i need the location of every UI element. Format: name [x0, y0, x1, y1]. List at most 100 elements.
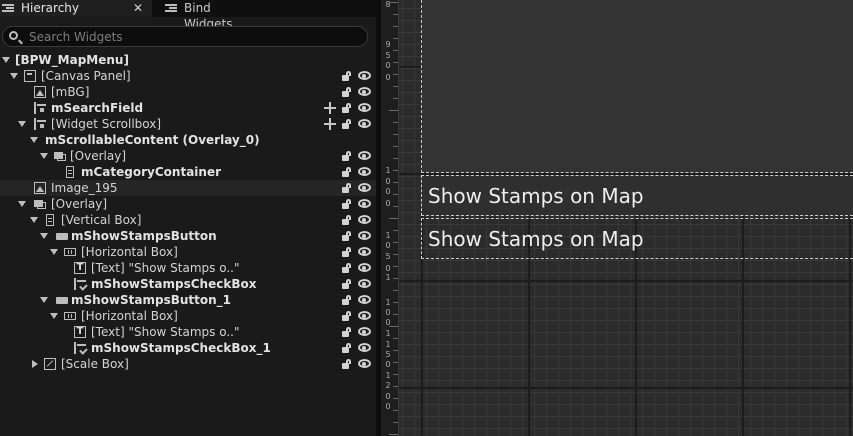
tree-row-mscrollablecontent[interactable]: mScrollableContent (Overlay_0) — [0, 132, 376, 148]
visibility-eye-icon[interactable] — [358, 151, 371, 160]
lock-icon[interactable] — [341, 359, 353, 369]
chevron-down-icon[interactable] — [40, 233, 48, 239]
ruler-tick — [393, 98, 398, 99]
chevron-down-icon[interactable] — [40, 153, 48, 159]
visibility-eye-icon[interactable] — [358, 311, 371, 320]
chevron-down-icon[interactable] — [2, 57, 10, 63]
lock-icon[interactable] — [341, 119, 353, 129]
ruler-tick — [393, 146, 398, 147]
visibility-eye-icon[interactable] — [358, 263, 371, 272]
ruler-label: 0 — [385, 360, 391, 369]
tree-row-label: mSearchField — [51, 101, 144, 115]
visibility-eye-icon[interactable] — [358, 295, 371, 304]
visibility-eye-icon[interactable] — [358, 103, 371, 112]
chevron-down-icon[interactable] — [18, 201, 26, 207]
show-stamps-button-preview[interactable]: Show Stamps on Map — [421, 175, 853, 216]
tree-row-widget-scrollbox[interactable]: [Widget Scrollbox] — [0, 116, 376, 132]
tree-row-label: mScrollableContent (Overlay_0) — [45, 133, 260, 147]
tree-row-mcategorycontainer[interactable]: mCategoryContainer — [0, 164, 376, 180]
tree-row-mshowstampscheckbox[interactable]: mShowStampsCheckBox — [0, 276, 376, 292]
chevron-down-icon[interactable] — [10, 73, 18, 79]
close-icon[interactable]: ✕ — [132, 0, 144, 16]
lock-icon[interactable] — [341, 295, 353, 305]
chevron-down-icon[interactable] — [50, 313, 58, 319]
lock-icon[interactable] — [341, 183, 353, 193]
ruler-tick — [393, 314, 398, 315]
visibility-eye-icon[interactable] — [358, 359, 371, 368]
chevron-right-icon[interactable] — [32, 360, 38, 368]
ruler-tick — [393, 422, 398, 423]
tree-row-horizontal-box[interactable]: [Horizontal Box] — [0, 244, 376, 260]
tree-row-overlay[interactable]: [Overlay] — [0, 196, 376, 212]
visibility-eye-icon[interactable] — [358, 71, 371, 80]
visibility-eye-icon[interactable] — [358, 167, 371, 176]
tree-row-mshowstampscheckbox-1[interactable]: mShowStampsCheckBox_1 — [0, 340, 376, 356]
check-icon — [74, 342, 86, 354]
visibility-eye-icon[interactable] — [358, 279, 371, 288]
tree-row-mshowstampsbutton-1[interactable]: mShowStampsButton_1 — [0, 292, 376, 308]
lock-icon[interactable] — [341, 231, 353, 241]
ruler-label: 5 — [385, 51, 391, 60]
hbox-icon — [64, 248, 76, 256]
tree-row-mbg[interactable]: [mBG] — [0, 84, 376, 100]
ruler-label: 1 — [385, 231, 391, 240]
tree-row-vertical-box[interactable]: [Vertical Box] — [0, 212, 376, 228]
search-icon — [9, 31, 18, 40]
hierarchy-panel: Hierarchy ✕ Bind Widgets [BPW_MapMenu] [C… — [0, 0, 376, 436]
lock-icon[interactable] — [341, 167, 353, 177]
chevron-down-icon[interactable] — [18, 121, 26, 127]
tab-hierarchy[interactable]: Hierarchy ✕ — [0, 0, 152, 17]
ruler-tick — [393, 122, 398, 123]
tree-row-root[interactable]: [BPW_MapMenu] — [0, 52, 376, 68]
tree-row-text-1[interactable]: T [Text] "Show Stamps o.." — [0, 324, 376, 340]
visibility-eye-icon[interactable] — [358, 183, 371, 192]
visibility-eye-icon[interactable] — [358, 199, 371, 208]
tree-row-label: mShowStampsCheckBox — [91, 277, 257, 291]
lock-icon[interactable] — [341, 263, 353, 273]
tree-row-image-195[interactable]: Image_195 — [0, 180, 376, 196]
visibility-eye-icon[interactable] — [358, 343, 371, 352]
lock-icon[interactable] — [341, 151, 353, 161]
chevron-down-icon[interactable] — [30, 137, 38, 143]
lock-icon[interactable] — [341, 247, 353, 257]
lock-icon[interactable] — [341, 311, 353, 321]
tree-row-mshowstampsbutton[interactable]: mShowStampsButton — [0, 228, 376, 244]
move-icon[interactable] — [324, 102, 336, 114]
tree-row-msearchfield[interactable]: mSearchField — [0, 100, 376, 116]
tab-bind-widgets[interactable]: Bind Widgets — [153, 0, 263, 31]
ruler-tick — [389, 434, 398, 435]
lock-icon[interactable] — [341, 87, 353, 97]
chevron-down-icon[interactable] — [50, 249, 58, 255]
lock-icon[interactable] — [341, 71, 353, 81]
lock-icon[interactable] — [341, 327, 353, 337]
visibility-eye-icon[interactable] — [358, 87, 371, 96]
lock-icon[interactable] — [341, 343, 353, 353]
lock-icon[interactable] — [341, 199, 353, 209]
chevron-down-icon[interactable] — [30, 217, 38, 223]
move-icon[interactable] — [324, 118, 336, 130]
visibility-eye-icon[interactable] — [358, 327, 371, 336]
tree-row-horizontal-box-1[interactable]: [Horizontal Box] — [0, 308, 376, 324]
designer-canvas[interactable]: Show Stamps on Map Show Stamps on Map 89… — [381, 0, 853, 436]
lock-icon[interactable] — [341, 215, 353, 225]
chevron-down-icon[interactable] — [40, 297, 48, 303]
tree-row-label: [Vertical Box] — [61, 213, 142, 227]
lock-icon[interactable] — [341, 103, 353, 113]
lock-icon[interactable] — [341, 279, 353, 289]
tree-row-overlay-inner[interactable]: [Overlay] — [0, 148, 376, 164]
show-stamps-button-1-preview[interactable]: Show Stamps on Map — [421, 218, 853, 259]
ruler-tick — [393, 158, 398, 159]
ruler-tick — [389, 2, 398, 3]
ruler-label: 9 — [385, 40, 391, 49]
search-input[interactable] — [29, 28, 349, 45]
visibility-eye-icon[interactable] — [358, 119, 371, 128]
ruler-tick — [393, 362, 398, 363]
visibility-eye-icon[interactable] — [358, 215, 371, 224]
tree-row-canvas-panel[interactable]: [Canvas Panel] — [0, 68, 376, 84]
visibility-eye-icon[interactable] — [358, 247, 371, 256]
tree-row-scale-box[interactable]: [Scale Box] — [0, 356, 376, 372]
ruler-tick — [393, 26, 398, 27]
tree-row-text[interactable]: T [Text] "Show Stamps o.." — [0, 260, 376, 276]
vbox-icon — [66, 166, 74, 178]
visibility-eye-icon[interactable] — [358, 231, 371, 240]
